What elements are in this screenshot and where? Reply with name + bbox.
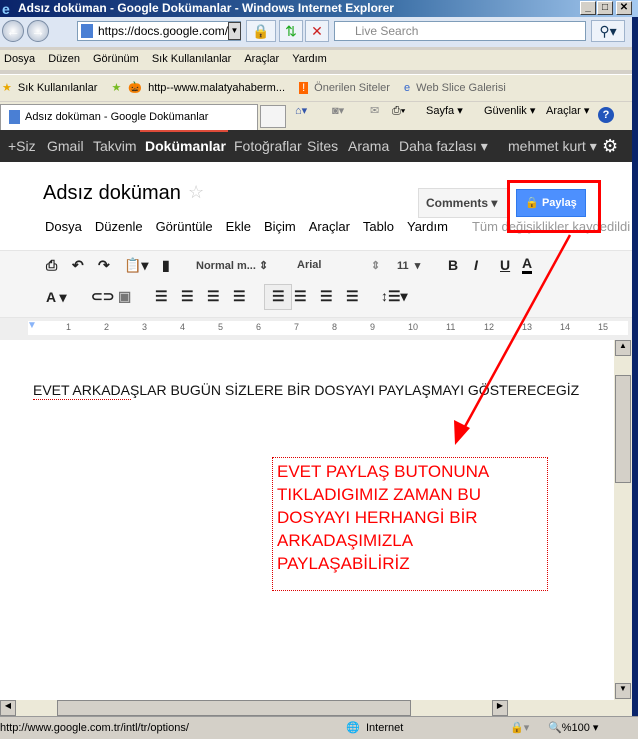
- annotation-callout: EVET PAYLAŞ BUTONUNA TIKLADIGIMIZ ZAMAN …: [272, 457, 548, 591]
- arrow-line: [460, 234, 572, 433]
- annotation-arrow: [454, 234, 572, 445]
